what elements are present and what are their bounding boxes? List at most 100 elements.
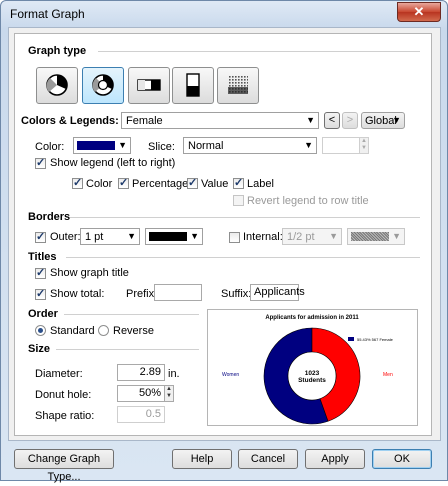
order-reverse-radio[interactable]	[98, 325, 109, 336]
diameter-input[interactable]: 2.89	[117, 364, 165, 381]
title-bar[interactable]: Format Graph ✕	[1, 1, 447, 27]
chevron-down-icon: ▼	[306, 115, 315, 125]
divider	[66, 257, 420, 258]
revert-legend-checkbox[interactable]	[233, 195, 244, 206]
slice-select[interactable]: Normal ▼	[183, 137, 317, 154]
legend-value-label: Value	[201, 178, 229, 190]
ok-button[interactable]: OK	[372, 449, 432, 469]
graph-type-bar-button[interactable]	[128, 67, 170, 104]
show-total-label: Show total:	[50, 288, 105, 300]
slice-offset-spinner[interactable]: ▲ ▼	[359, 137, 369, 154]
size-heading: Size	[28, 343, 51, 355]
dot-grid-icon	[228, 76, 248, 94]
diameter-label: Diameter:	[35, 368, 83, 380]
slice-offset-field[interactable]	[322, 137, 360, 154]
prefix-input[interactable]	[154, 284, 202, 301]
window-title: Format Graph	[10, 7, 85, 21]
show-graph-title-checkbox[interactable]	[35, 266, 46, 279]
donut-hole-label: Donut hole:	[35, 389, 92, 401]
graph-type-heading: Graph type	[28, 45, 87, 57]
chevron-down-icon: ▼	[127, 231, 136, 241]
next-series-button[interactable]: >	[342, 112, 358, 129]
outer-width-value: 1 pt	[85, 231, 104, 243]
close-button[interactable]: ✕	[397, 2, 441, 22]
show-graph-title-label: Show graph title	[50, 267, 129, 279]
series-select[interactable]: Female ▼	[121, 112, 319, 129]
center-unit: Students	[298, 377, 326, 384]
scope-select[interactable]: Global ▼	[361, 112, 405, 129]
diameter-unit: in.	[168, 368, 180, 380]
outer-width-select[interactable]: 1 pt ▼	[80, 228, 140, 245]
slice-label-men: Men	[383, 372, 393, 378]
graph-type-dotplot-button[interactable]	[217, 67, 259, 104]
legend-color-label: Color	[86, 178, 113, 190]
outer-color-picker[interactable]: ▼	[145, 228, 203, 245]
internal-color-picker[interactable]: ▼	[347, 228, 405, 245]
order-standard-radio[interactable]	[35, 325, 46, 336]
shape-ratio-input[interactable]: 0.5	[117, 406, 165, 423]
help-button[interactable]: Help	[172, 449, 232, 469]
legend-percentage-label: Percentage	[132, 178, 189, 190]
titles-heading: Titles	[28, 251, 57, 263]
legend-value-checkbox[interactable]	[187, 176, 198, 189]
chevron-down-icon: ▼	[392, 231, 401, 241]
center-total: 1023	[305, 370, 320, 377]
color-swatch	[149, 232, 187, 241]
color-label: Color:	[35, 141, 65, 153]
change-graph-type-button[interactable]: Change Graph Type...	[14, 449, 114, 483]
divider	[70, 217, 420, 218]
suffix-input[interactable]: Applicants	[250, 284, 305, 301]
donut-hole-spinner[interactable]: ▲ ▼	[164, 385, 174, 402]
chevron-down-icon: ▼	[392, 115, 401, 125]
legend-entry-female: 55.43% 567 Female	[357, 337, 394, 342]
graph-preview: Applicants for admission in 2011 1023 St…	[207, 309, 418, 426]
show-total-checkbox[interactable]	[35, 287, 46, 300]
graph-type-donut-button[interactable]	[82, 67, 124, 104]
previous-series-button[interactable]: <	[324, 112, 340, 129]
order-reverse-label: Reverse	[113, 325, 154, 337]
borders-heading: Borders	[28, 211, 71, 223]
outer-border-checkbox[interactable]	[35, 230, 46, 243]
donut-chart: Applicants for admission in 2011 1023 St…	[222, 315, 394, 425]
chevron-down-icon: ▼	[118, 140, 127, 150]
slice-color-picker[interactable]: ▼	[73, 137, 131, 154]
legend-label-label: Label	[247, 178, 274, 190]
slice-label-women: Women	[222, 372, 239, 378]
revert-legend-label: Revert legend to row title	[247, 195, 369, 207]
graph-type-column-button[interactable]	[172, 67, 214, 104]
donut-chart-icon	[92, 74, 114, 96]
divider	[98, 51, 420, 52]
legend-color-checkbox[interactable]	[72, 176, 83, 189]
chart-title: Applicants for admission in 2011	[265, 315, 359, 321]
cancel-button[interactable]: Cancel	[238, 449, 298, 469]
pie-chart-icon	[46, 74, 68, 96]
divider	[64, 314, 199, 315]
shape-ratio-label: Shape ratio:	[35, 410, 95, 422]
show-legend-label: Show legend (left to right)	[50, 157, 176, 169]
internal-border-checkbox[interactable]	[229, 232, 240, 243]
chevron-down-icon: ▼	[329, 231, 338, 241]
chevron-down-icon: ▼	[190, 231, 199, 241]
show-legend-checkbox[interactable]	[35, 156, 46, 169]
color-swatch	[77, 141, 115, 150]
vertical-bar-icon	[186, 73, 200, 97]
series-select-value: Female	[126, 115, 163, 127]
divider	[56, 349, 199, 350]
colors-legends-heading: Colors & Legends:	[21, 115, 119, 127]
graph-type-pie-button[interactable]	[36, 67, 78, 104]
chevron-down-icon: ▼	[304, 140, 313, 150]
legend-percentage-checkbox[interactable]	[118, 176, 129, 189]
internal-width-select[interactable]: 1/2 pt ▼	[282, 228, 342, 245]
prefix-label: Prefix:	[126, 288, 158, 300]
apply-button[interactable]: Apply	[305, 449, 365, 469]
order-standard-label: Standard	[50, 325, 95, 337]
slice-select-value: Normal	[188, 140, 224, 152]
order-heading: Order	[28, 308, 58, 320]
outer-border-label: Outer:	[50, 231, 81, 243]
suffix-label: Suffix:	[221, 288, 252, 300]
internal-border-label: Internal:	[243, 231, 283, 243]
legend-label-checkbox[interactable]	[233, 176, 244, 189]
slice-label: Slice:	[148, 141, 175, 153]
donut-hole-input[interactable]: 50%	[117, 385, 165, 402]
internal-width-value: 1/2 pt	[287, 231, 315, 243]
